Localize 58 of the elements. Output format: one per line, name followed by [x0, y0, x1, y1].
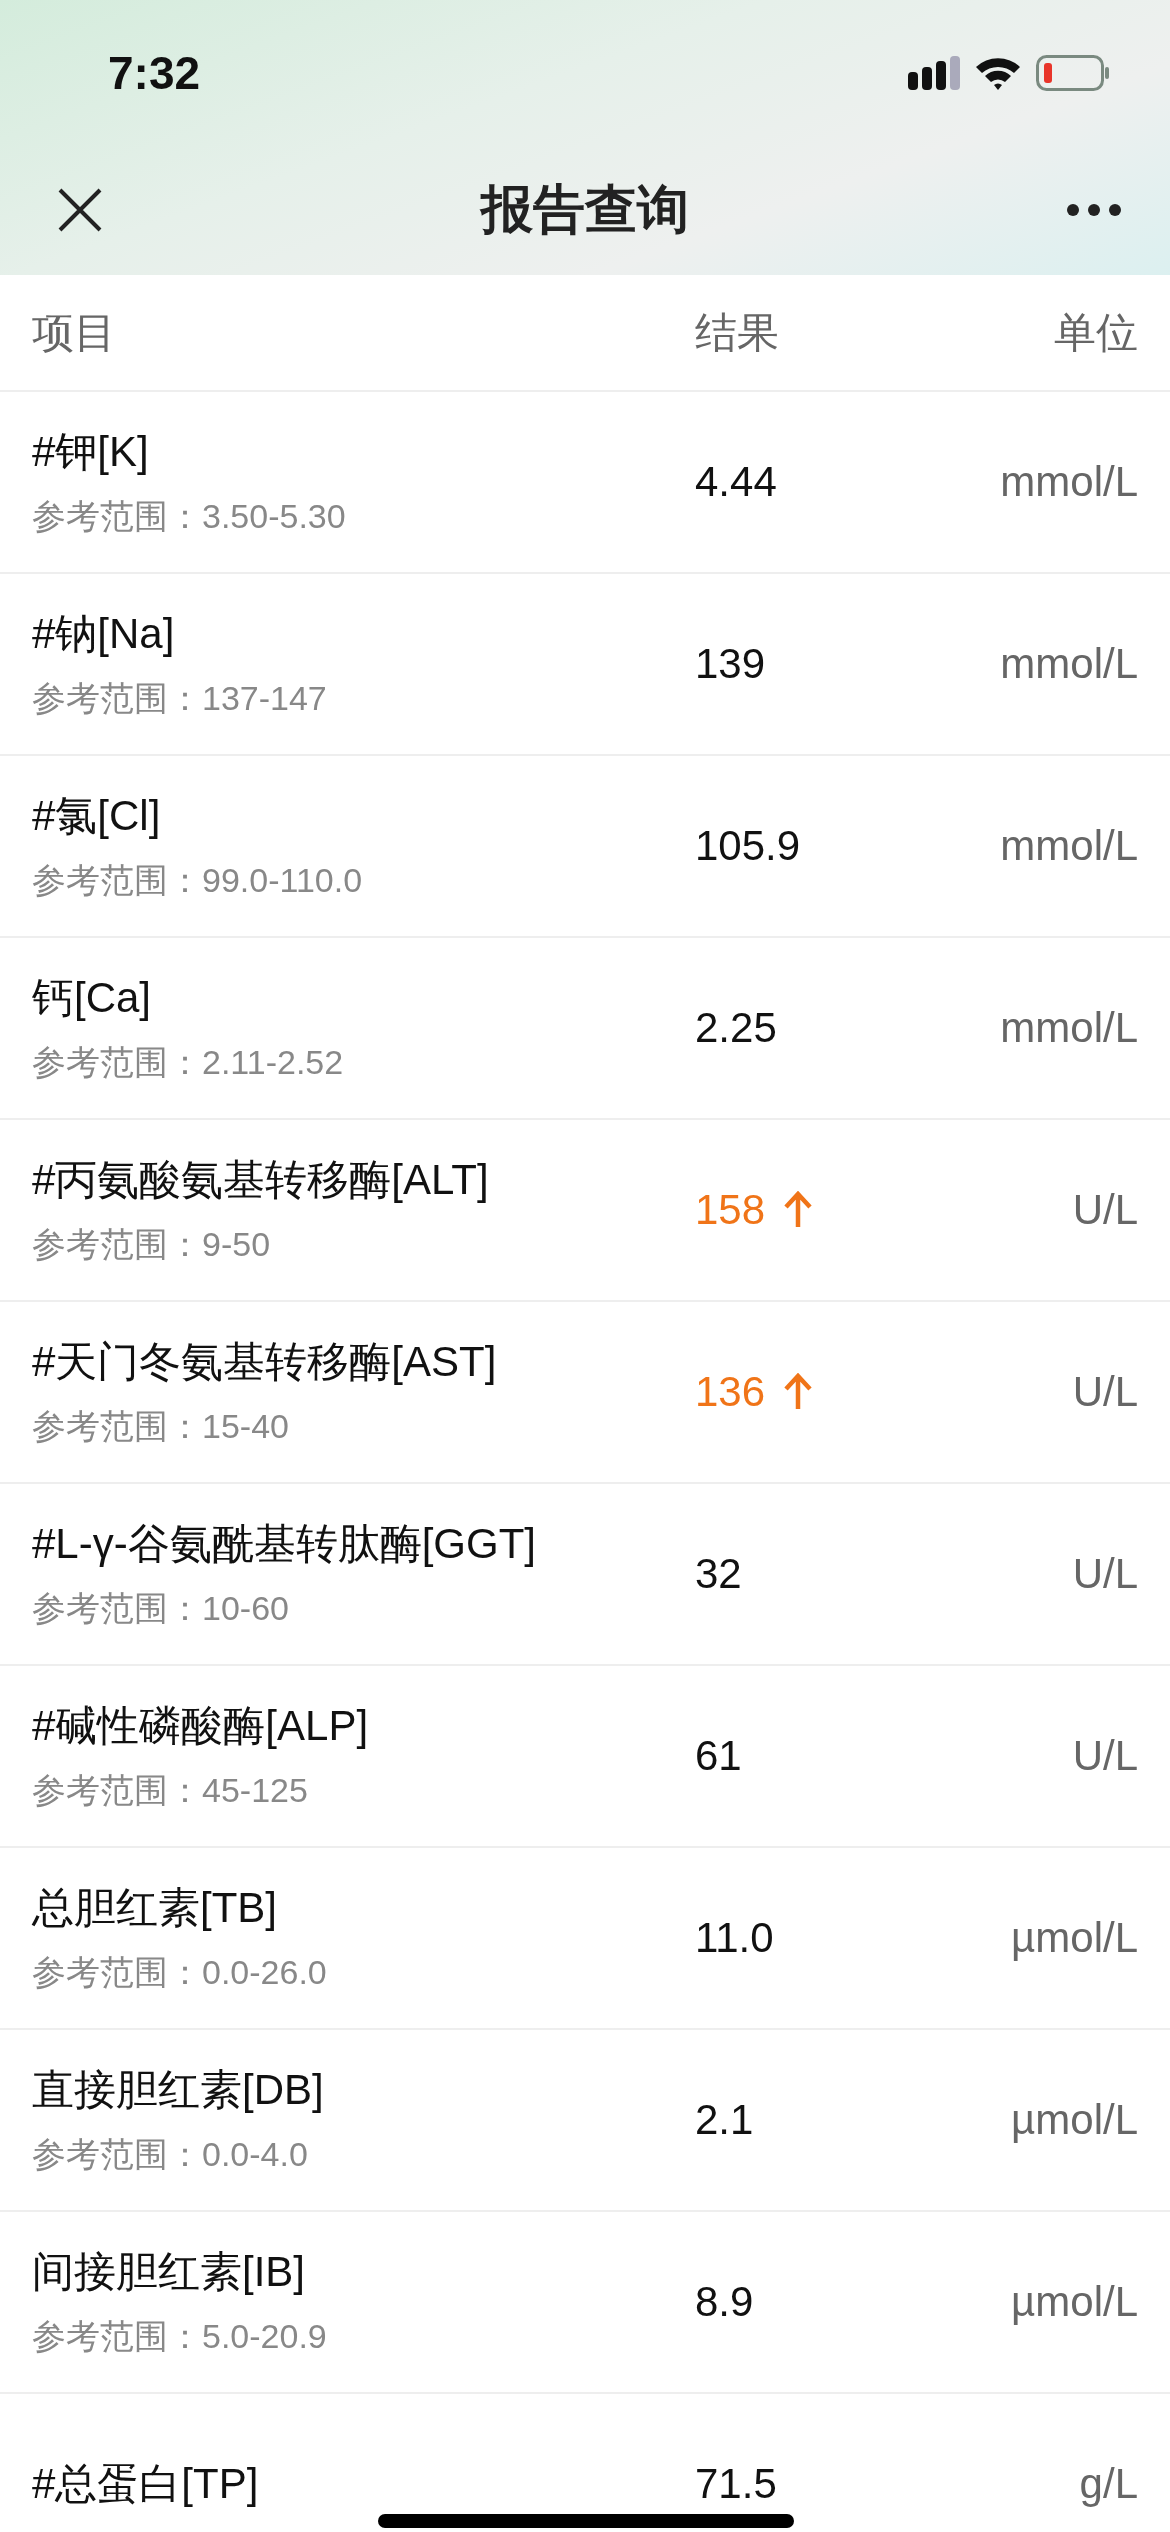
- test-name: 直接胆红素[DB]: [32, 2065, 324, 2115]
- signal-icon: [908, 55, 960, 90]
- test-name: #钾[K]: [32, 427, 149, 477]
- unit: µmol/L: [1010, 2278, 1138, 2326]
- test-name: 间接胆红素[IB]: [32, 2247, 306, 2297]
- result-value: 61: [695, 1732, 742, 1780]
- result-value: 2.25: [695, 1004, 777, 1052]
- status-time: 7:32: [108, 45, 201, 100]
- unit: µmol/L: [1010, 2096, 1138, 2144]
- reference-range: 参考范围：2.11-2.52: [32, 1042, 344, 1083]
- reference-range: 参考范围：137-147: [32, 678, 327, 719]
- result-value: 11.0: [695, 1914, 774, 1962]
- test-name: 总胆红素[TB]: [32, 1883, 277, 1933]
- result-value: 2.1: [695, 2096, 754, 2144]
- column-header: 项目: [32, 307, 117, 358]
- reference-range: 参考范围：45-125: [32, 1770, 308, 1811]
- reference-range: 参考范围：15-40: [32, 1406, 289, 1447]
- unit: U/L: [1071, 1550, 1138, 1598]
- close-icon: [56, 186, 104, 234]
- reference-range: 参考范围：5.0-20.9: [32, 2316, 327, 2357]
- unit: U/L: [1071, 1368, 1138, 1416]
- page-title: 报告查询: [481, 179, 689, 240]
- test-name: #碱性磷酸酶[ALP]: [32, 1701, 369, 1751]
- unit: mmol/L: [999, 640, 1138, 688]
- unit: mmol/L: [999, 1004, 1138, 1052]
- result-value: 4.44: [695, 458, 777, 506]
- unit: mmol/L: [999, 458, 1138, 506]
- test-name: #天门冬氨基转移酶[AST]: [32, 1337, 497, 1387]
- unit: mmol/L: [999, 822, 1138, 870]
- reference-range: 参考范围：9-50: [32, 1224, 271, 1265]
- reference-range: 参考范围：99.0-110.0: [32, 860, 363, 901]
- test-name: 钙[Ca]: [32, 973, 152, 1023]
- reference-range: 参考范围：3.50-5.30: [32, 496, 346, 537]
- battery-icon: [1036, 54, 1110, 91]
- result-value: 158: [695, 1186, 766, 1234]
- up-arrow-icon: [783, 1191, 814, 1229]
- test-name: #总蛋白[TP]: [32, 2459, 259, 2509]
- unit: U/L: [1071, 1186, 1138, 1234]
- reference-range: 参考范围：0.0-26.0: [32, 1952, 327, 1993]
- result-value: 105.9: [695, 822, 801, 870]
- test-name: #L-γ-谷氨酰基转肽酶[GGT]: [32, 1519, 537, 1569]
- reference-range: 参考范围：0.0-4.0: [32, 2134, 308, 2175]
- column-header: 结果: [695, 307, 780, 358]
- unit: U/L: [1071, 1732, 1138, 1780]
- result-value: 71.5: [695, 2460, 777, 2508]
- test-name: #氯[Cl]: [32, 791, 161, 841]
- result-value: 32: [695, 1550, 742, 1598]
- test-name: #丙氨酸氨基转移酶[ALT]: [32, 1155, 489, 1205]
- column-header: 单位: [1053, 307, 1138, 358]
- unit: µmol/L: [1010, 1914, 1138, 1962]
- up-arrow-icon: [783, 1373, 814, 1411]
- result-value: 8.9: [695, 2278, 754, 2326]
- more-icon: [1066, 203, 1122, 217]
- test-name: #钠[Na]: [32, 609, 175, 659]
- result-value: 139: [695, 640, 766, 688]
- reference-range: 参考范围：10-60: [32, 1588, 289, 1629]
- result-value: 136: [695, 1368, 766, 1416]
- unit: g/L: [1078, 2460, 1138, 2508]
